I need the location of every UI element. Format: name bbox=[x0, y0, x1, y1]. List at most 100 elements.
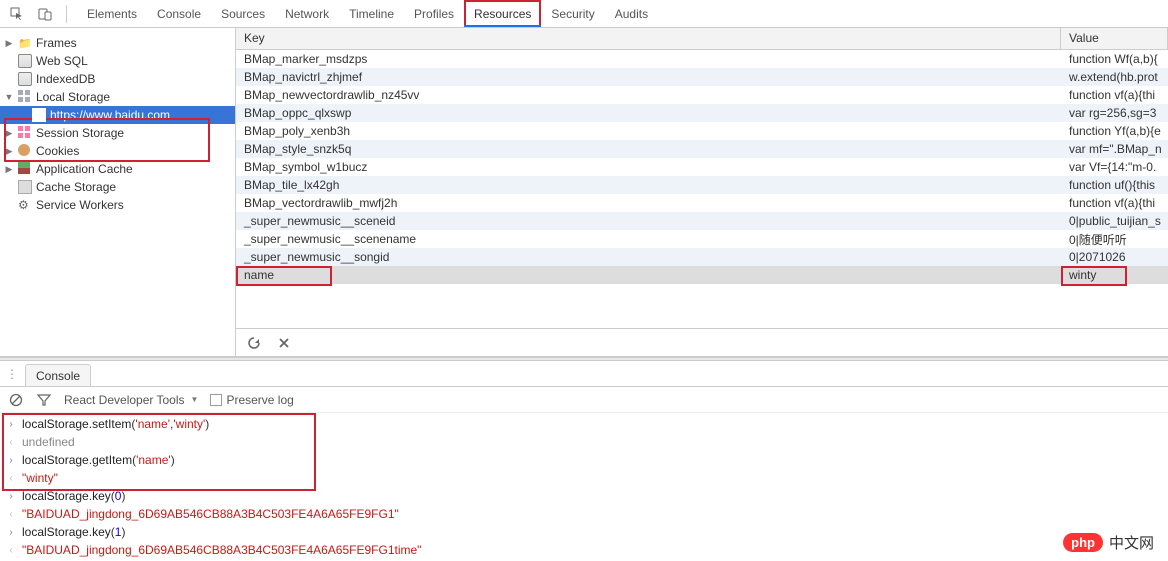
cell-key: _super_newmusic__songid bbox=[236, 250, 1061, 264]
code-text: "BAIDUAD_jingdong_6D69AB546CB88A3B4C503F… bbox=[22, 543, 421, 557]
chevron-down-icon: ▼ bbox=[191, 395, 199, 404]
console-input-line: localStorage.getItem('name') bbox=[0, 451, 1168, 469]
watermark: php 中文网 bbox=[1063, 532, 1154, 553]
panel-tab-console[interactable]: Console bbox=[147, 0, 211, 27]
panel-tab-profiles[interactable]: Profiles bbox=[404, 0, 464, 27]
console-output-line: "BAIDUAD_jingdong_6D69AB546CB88A3B4C503F… bbox=[0, 505, 1168, 523]
inspect-element-icon[interactable] bbox=[6, 3, 28, 25]
console-input-line: localStorage.key(0) bbox=[0, 487, 1168, 505]
table-row[interactable]: BMap_style_snzk5qvar mf=".BMap_n bbox=[236, 140, 1168, 158]
panel-tab-audits[interactable]: Audits bbox=[605, 0, 658, 27]
panel-tab-network[interactable]: Network bbox=[275, 0, 339, 27]
sidebar-item-service-workers[interactable]: Service Workers bbox=[0, 196, 235, 214]
cell-key: BMap_newvectordrawlib_nz45vv bbox=[236, 88, 1061, 102]
panel-tab-resources[interactable]: Resources bbox=[464, 0, 541, 27]
db-icon bbox=[18, 72, 32, 86]
table-row[interactable]: _super_newmusic__scenename0|随便听听 bbox=[236, 230, 1168, 248]
console-tab[interactable]: Console bbox=[25, 364, 91, 386]
cell-value: 0|2071026 bbox=[1061, 250, 1168, 264]
chevron-right-icon: ▶ bbox=[4, 146, 14, 156]
cell-value: function Yf(a,b){e bbox=[1061, 124, 1168, 138]
chevron-right-icon bbox=[4, 200, 14, 210]
sidebar-item-cookies[interactable]: ▶ Cookies bbox=[0, 142, 235, 160]
table-row[interactable]: BMap_poly_xenb3hfunction Yf(a,b){e bbox=[236, 122, 1168, 140]
sidebar-item-frames[interactable]: ▶Frames bbox=[0, 34, 235, 52]
result-icon bbox=[6, 437, 16, 448]
sidebar-item-label: Cookies bbox=[36, 144, 79, 158]
code-text: undefined bbox=[22, 435, 75, 449]
table-row[interactable]: BMap_oppc_qlxswpvar rg=256,sg=3 bbox=[236, 104, 1168, 122]
result-icon bbox=[6, 509, 16, 520]
sidebar-item-local-storage[interactable]: ▼ Local Storage bbox=[0, 88, 235, 106]
panel-tab-security[interactable]: Security bbox=[541, 0, 604, 27]
sidebar-item-application-cache[interactable]: ▶ Application Cache bbox=[0, 160, 235, 178]
preserve-log-checkbox[interactable]: Preserve log bbox=[210, 393, 293, 407]
cookie-icon bbox=[18, 144, 32, 158]
devtools-main-toolbar: ElementsConsoleSourcesNetworkTimelinePro… bbox=[0, 0, 1168, 28]
column-header-key[interactable]: Key bbox=[236, 28, 1061, 49]
device-mode-icon[interactable] bbox=[34, 3, 56, 25]
refresh-icon[interactable] bbox=[246, 335, 262, 351]
cell-value: var rg=256,sg=3 bbox=[1061, 106, 1168, 120]
sess-icon bbox=[18, 126, 32, 140]
db-icon bbox=[18, 54, 32, 68]
chevron-right-icon bbox=[4, 74, 14, 84]
delete-icon[interactable] bbox=[276, 335, 292, 351]
console-toolbar: React Developer Tools ▼ Preserve log bbox=[0, 387, 1168, 413]
context-selector[interactable]: React Developer Tools ▼ bbox=[64, 393, 198, 407]
panel-tab-sources[interactable]: Sources bbox=[211, 0, 275, 27]
sidebar-item-label: Service Workers bbox=[36, 198, 124, 212]
prompt-icon bbox=[6, 419, 16, 430]
prompt-icon bbox=[6, 491, 16, 502]
column-header-value[interactable]: Value bbox=[1061, 28, 1168, 49]
table-row[interactable]: BMap_vectordrawlib_mwfj2hfunction vf(a){… bbox=[236, 194, 1168, 212]
panel-tab-timeline[interactable]: Timeline bbox=[339, 0, 404, 27]
panel-tab-elements[interactable]: Elements bbox=[77, 0, 147, 27]
table-row[interactable]: _super_newmusic__sceneid0|public_tuijian… bbox=[236, 212, 1168, 230]
sidebar-item-label: Application Cache bbox=[36, 162, 133, 176]
cell-key: BMap_tile_lx42gh bbox=[236, 178, 1061, 192]
chevron-right-icon bbox=[18, 110, 28, 120]
sidebar-item-label: Cache Storage bbox=[36, 180, 116, 194]
table-row[interactable]: BMap_navictrl_zhjmefw.extend(hb.prot bbox=[236, 68, 1168, 86]
cell-value: w.extend(hb.prot bbox=[1061, 70, 1168, 84]
code-text: "winty" bbox=[22, 471, 58, 485]
cell-value: function uf(){this bbox=[1061, 178, 1168, 192]
sidebar-item-https-www-baidu-com[interactable]: https://www.baidu.com bbox=[0, 106, 235, 124]
console-input-line: localStorage.key(1) bbox=[0, 523, 1168, 541]
table-row[interactable]: _super_newmusic__songid0|2071026 bbox=[236, 248, 1168, 266]
table-row[interactable]: BMap_symbol_w1buczvar Vf={14:"m-0. bbox=[236, 158, 1168, 176]
cell-key: BMap_marker_msdzps bbox=[236, 52, 1061, 66]
sidebar-item-cache-storage[interactable]: Cache Storage bbox=[0, 178, 235, 196]
cell-value: 0|public_tuijian_s bbox=[1061, 214, 1168, 228]
cell-value: 0|随便听听 bbox=[1061, 231, 1168, 248]
drawer-menu-icon[interactable]: ⋮ bbox=[6, 367, 19, 381]
drawer-tabbar: ⋮ Console bbox=[0, 361, 1168, 387]
sidebar-item-label: Local Storage bbox=[36, 90, 110, 104]
cell-value: winty bbox=[1061, 268, 1168, 282]
table-row[interactable]: namewinty bbox=[236, 266, 1168, 284]
sidebar-item-web-sql[interactable]: Web SQL bbox=[0, 52, 235, 70]
table-row[interactable]: BMap_tile_lx42ghfunction uf(){this bbox=[236, 176, 1168, 194]
console-input-line: localStorage.setItem('name','winty') bbox=[0, 415, 1168, 433]
storage-table-body: BMap_marker_msdzpsfunction Wf(a,b){BMap_… bbox=[236, 50, 1168, 328]
chevron-down-icon: ▼ bbox=[4, 92, 14, 102]
console-output[interactable]: localStorage.setItem('name','winty') unde… bbox=[0, 413, 1168, 561]
table-row[interactable]: BMap_newvectordrawlib_nz45vvfunction vf(… bbox=[236, 86, 1168, 104]
code-text: localStorage.key(0) bbox=[22, 489, 125, 503]
watermark-badge: php bbox=[1063, 533, 1103, 552]
cell-key: _super_newmusic__sceneid bbox=[236, 214, 1061, 228]
clear-console-icon[interactable] bbox=[8, 392, 24, 408]
watermark-text: 中文网 bbox=[1109, 532, 1154, 553]
panel-tabs: ElementsConsoleSourcesNetworkTimelinePro… bbox=[77, 0, 658, 27]
sidebar-item-indexeddb[interactable]: IndexedDB bbox=[0, 70, 235, 88]
prompt-icon bbox=[6, 527, 16, 538]
code-text: localStorage.key(1) bbox=[22, 525, 125, 539]
table-row[interactable]: BMap_marker_msdzpsfunction Wf(a,b){ bbox=[236, 50, 1168, 68]
chevron-right-icon: ▶ bbox=[4, 128, 14, 138]
filter-icon[interactable] bbox=[36, 392, 52, 408]
sidebar-item-session-storage[interactable]: ▶Session Storage bbox=[0, 124, 235, 142]
chevron-right-icon: ▶ bbox=[4, 164, 14, 174]
cell-value: var mf=".BMap_n bbox=[1061, 142, 1168, 156]
chevron-right-icon: ▶ bbox=[4, 38, 14, 48]
